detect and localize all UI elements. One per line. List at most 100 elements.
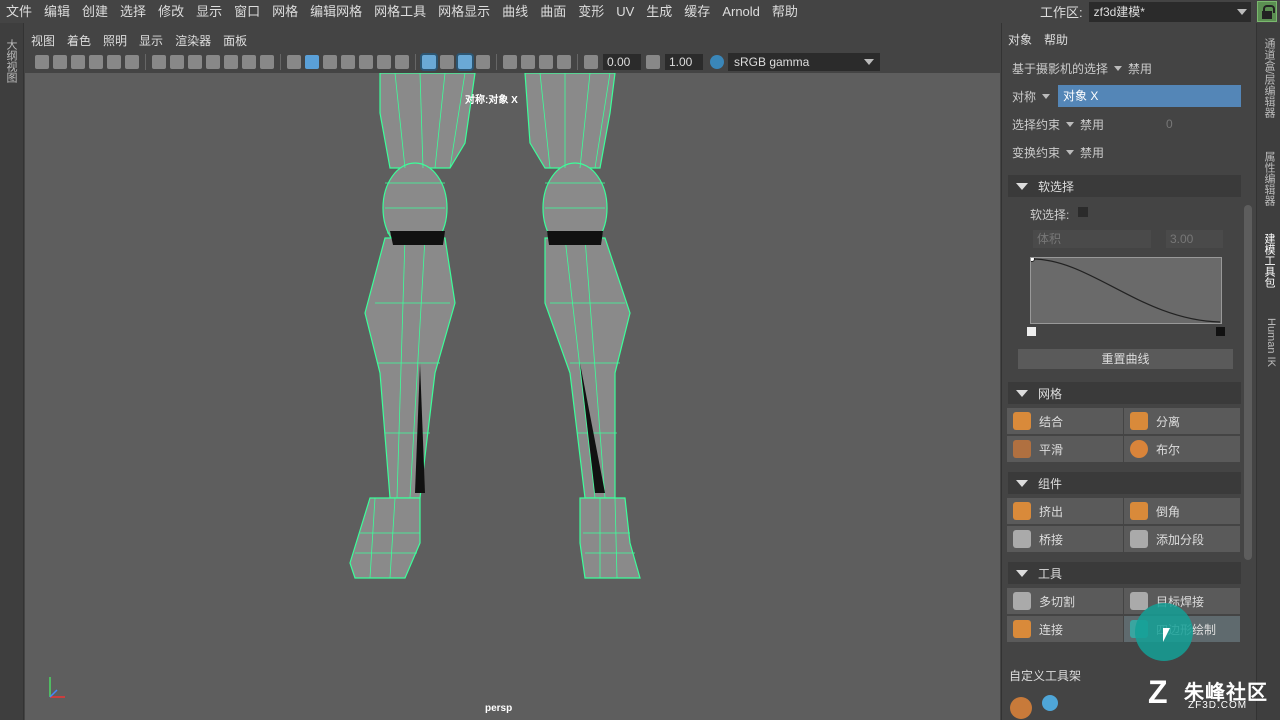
- menu-help[interactable]: 帮助: [766, 0, 804, 23]
- wireframe-icon[interactable]: [287, 55, 301, 69]
- tools-section-header[interactable]: 工具: [1008, 562, 1241, 584]
- grid-icon[interactable]: [152, 55, 166, 69]
- smooth-button[interactable]: 平滑: [1007, 436, 1123, 462]
- menu-create[interactable]: 创建: [76, 0, 114, 23]
- bevel-button[interactable]: 倒角: [1124, 498, 1240, 524]
- soft-select-section-header[interactable]: 软选择: [1008, 175, 1241, 197]
- safe-title-icon[interactable]: [260, 55, 274, 69]
- gamma-field[interactable]: 1.00: [665, 54, 703, 70]
- 2d-pan-zoom-icon[interactable]: [107, 55, 121, 69]
- menu-display[interactable]: 显示: [190, 0, 228, 23]
- chevron-down-icon[interactable]: [1042, 93, 1051, 99]
- xray-joints-icon[interactable]: [476, 55, 490, 69]
- menu-window[interactable]: 窗口: [228, 0, 266, 23]
- smooth-shade-icon[interactable]: [305, 55, 319, 69]
- perspective-viewport[interactable]: 对称:对象 X persp: [25, 73, 1000, 720]
- panel-menu-view[interactable]: 视图: [25, 32, 61, 49]
- connect-button[interactable]: 连接: [1007, 616, 1123, 642]
- shadows-icon[interactable]: [395, 55, 409, 69]
- falloff-mode-dropdown[interactable]: 体积: [1033, 230, 1151, 248]
- color-management-icon[interactable]: [710, 55, 724, 69]
- tab-channel-box[interactable]: 通道盒/层编辑器: [1261, 38, 1277, 118]
- bridge-button[interactable]: 桥接: [1007, 526, 1123, 552]
- lock-icon[interactable]: [1257, 1, 1277, 22]
- menu-generate[interactable]: 生成: [640, 0, 678, 23]
- panel-menu-show[interactable]: 显示: [133, 32, 169, 49]
- tab-attribute-editor[interactable]: 属性编辑器: [1261, 151, 1277, 206]
- exposure-icon[interactable]: [584, 55, 598, 69]
- menu-edit[interactable]: 编辑: [38, 0, 76, 23]
- image-plane-icon[interactable]: [89, 55, 103, 69]
- select-constraint-number[interactable]: 0: [1166, 117, 1173, 131]
- mesh-section-header[interactable]: 网格: [1008, 382, 1241, 404]
- gamma-icon[interactable]: [646, 55, 660, 69]
- panel-menu-renderer[interactable]: 渲染器: [169, 32, 217, 49]
- exposure-field[interactable]: 0.00: [603, 54, 641, 70]
- menu-file[interactable]: 文件: [0, 0, 38, 23]
- menu-mesh-tools[interactable]: 网格工具: [368, 0, 432, 23]
- tab-modeling-toolkit[interactable]: 建模工具包: [1261, 233, 1277, 288]
- antialiasing-icon[interactable]: [557, 55, 571, 69]
- add-divisions-button[interactable]: 添加分段: [1124, 526, 1240, 552]
- select-constraint-value[interactable]: 禁用: [1080, 116, 1104, 133]
- menu-arnold[interactable]: Arnold: [716, 0, 766, 23]
- panel-menu-lighting[interactable]: 照明: [97, 32, 133, 49]
- menu-deform[interactable]: 变形: [572, 0, 610, 23]
- toolkit-menu-object[interactable]: 对象: [1008, 31, 1032, 48]
- xray-active-components-icon[interactable]: [458, 55, 472, 69]
- gate-mask-icon[interactable]: [206, 55, 220, 69]
- menu-select[interactable]: 选择: [114, 0, 152, 23]
- shelf-tool-icon[interactable]: [1042, 695, 1058, 711]
- field-chart-icon[interactable]: [224, 55, 238, 69]
- xray-icon[interactable]: [440, 55, 454, 69]
- bookmark-icon[interactable]: [71, 55, 85, 69]
- select-camera-icon[interactable]: [503, 55, 517, 69]
- panel-menu-shading[interactable]: 着色: [61, 32, 97, 49]
- lights-icon[interactable]: [377, 55, 391, 69]
- tab-human-ik[interactable]: Human IK: [1261, 318, 1277, 367]
- extrude-button[interactable]: 挤出: [1007, 498, 1123, 524]
- chevron-down-icon[interactable]: [1066, 121, 1075, 127]
- film-gate-icon[interactable]: [170, 55, 184, 69]
- resolution-gate-icon[interactable]: [188, 55, 202, 69]
- soft-select-checkbox[interactable]: [1078, 207, 1088, 217]
- textured-icon[interactable]: [359, 55, 373, 69]
- shelf-tool-icon[interactable]: [1010, 697, 1032, 719]
- menu-modify[interactable]: 修改: [152, 0, 190, 23]
- toolkit-scrollbar[interactable]: [1244, 205, 1252, 560]
- outliner-tab[interactable]: 大纲视图: [3, 39, 19, 83]
- panel-menu-panels[interactable]: 面板: [217, 32, 253, 49]
- menu-mesh-display[interactable]: 网格显示: [432, 0, 496, 23]
- toolkit-menu-help[interactable]: 帮助: [1044, 31, 1068, 48]
- components-section-header[interactable]: 组件: [1008, 472, 1241, 494]
- camera-attributes-icon[interactable]: [53, 55, 67, 69]
- menu-uv[interactable]: UV: [610, 0, 640, 23]
- menu-surfaces[interactable]: 曲面: [534, 0, 572, 23]
- multi-cut-button[interactable]: 多切割: [1007, 588, 1123, 614]
- chevron-down-icon[interactable]: [1066, 149, 1075, 155]
- view-transform-dropdown[interactable]: sRGB gamma: [728, 53, 880, 71]
- menu-cache[interactable]: 缓存: [678, 0, 716, 23]
- falloff-curve-graph[interactable]: [1029, 256, 1222, 324]
- motion-blur-icon[interactable]: [539, 55, 553, 69]
- menu-mesh[interactable]: 网格: [266, 0, 304, 23]
- boolean-button[interactable]: 布尔: [1124, 436, 1240, 462]
- symmetry-field[interactable]: 对象 X: [1058, 85, 1242, 107]
- safe-action-icon[interactable]: [242, 55, 256, 69]
- combine-button[interactable]: 结合: [1007, 408, 1123, 434]
- menu-edit-mesh[interactable]: 编辑网格: [304, 0, 368, 23]
- curve-end-key[interactable]: [1216, 327, 1225, 336]
- menu-curves[interactable]: 曲线: [496, 0, 534, 23]
- grease-pencil-icon[interactable]: [125, 55, 139, 69]
- wireframe-on-shaded-icon[interactable]: [341, 55, 355, 69]
- separate-button[interactable]: 分离: [1124, 408, 1240, 434]
- hud-icon[interactable]: [521, 55, 535, 69]
- curve-start-key[interactable]: [1027, 327, 1036, 336]
- falloff-radius-field[interactable]: 3.00: [1166, 230, 1223, 248]
- transform-constraint-value[interactable]: 禁用: [1080, 144, 1104, 161]
- isolate-select-icon[interactable]: [422, 55, 436, 69]
- reset-curve-button[interactable]: 重置曲线: [1018, 349, 1233, 369]
- camera-select-icon[interactable]: [35, 55, 49, 69]
- default-material-icon[interactable]: [323, 55, 337, 69]
- chevron-down-icon[interactable]: [1114, 65, 1123, 71]
